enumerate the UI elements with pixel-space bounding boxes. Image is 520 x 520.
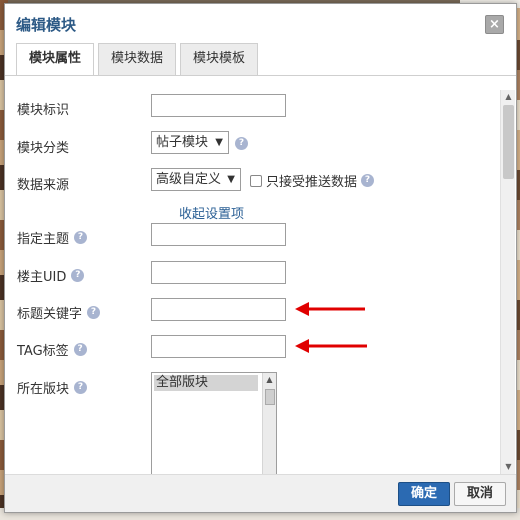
close-button[interactable]: × (485, 15, 504, 34)
module-id-input[interactable] (151, 94, 286, 117)
form-content: 模块标识 模块分类 帖子模块 ▼ ? 数据来源 高级自定义 ▼ 只接受推送数据 … (5, 76, 501, 476)
scroll-up-icon[interactable]: ▲ (501, 90, 516, 104)
dropdown-arrow-icon: ▼ (227, 174, 235, 185)
forum-listbox-scrollbar[interactable]: ▲ (262, 373, 276, 476)
forum-listbox[interactable]: 全部版块 ▲ (151, 372, 277, 476)
category-select-value: 帖子模块 (156, 135, 209, 150)
row-forum: 所在版块? 全部版块 ▲ (5, 372, 501, 476)
dialog-scroll-thumb[interactable] (503, 105, 514, 179)
row-topic: 指定主题? (5, 222, 501, 250)
author-uid-label: 楼主UID? (17, 266, 85, 285)
help-icon[interactable]: ? (74, 381, 88, 394)
module-id-label-text: 模块标识 (17, 103, 70, 118)
scroll-down-icon[interactable]: ▼ (501, 460, 516, 474)
push-only-option[interactable]: 只接受推送数据 ? (250, 171, 375, 190)
push-only-label: 只接受推送数据 (266, 175, 358, 190)
push-only-checkbox[interactable] (250, 174, 262, 187)
module-id-label: 模块标识 (17, 99, 69, 118)
author-uid-label-text: 楼主UID (17, 270, 67, 285)
topic-input[interactable] (151, 223, 286, 246)
annotation-arrow-icon (295, 302, 365, 316)
forum-option[interactable]: 全部版块 (154, 375, 258, 391)
tag-label-text: TAG标签 (17, 344, 69, 359)
title-keyword-label-text: 标题关键字 (17, 307, 83, 322)
category-select[interactable]: 帖子模块 ▼ (151, 131, 229, 154)
dialog-scrollbar[interactable]: ▲ ▼ (500, 90, 515, 474)
dialog-footer: 确定 取消 (5, 474, 516, 512)
tab-module-data[interactable]: 模块数据 (98, 43, 177, 75)
help-icon[interactable]: ? (74, 231, 88, 244)
dropdown-arrow-icon: ▼ (215, 137, 223, 148)
row-tag: TAG标签? (5, 334, 501, 362)
row-collapse-link: 收起设置项 (5, 195, 501, 223)
source-select[interactable]: 高级自定义 ▼ (151, 168, 241, 191)
help-icon[interactable]: ? (71, 269, 85, 282)
title-keyword-input[interactable] (151, 298, 286, 321)
help-icon[interactable]: ? (361, 174, 375, 187)
tag-label: TAG标签? (17, 340, 87, 359)
forum-label-text: 所在版块 (17, 382, 70, 397)
annotation-arrow-icon (295, 339, 367, 353)
help-icon[interactable]: ? (87, 306, 101, 319)
scroll-up-icon[interactable]: ▲ (263, 373, 276, 387)
source-label-text: 数据来源 (17, 178, 70, 193)
row-data-source: 数据来源 高级自定义 ▼ 只接受推送数据 ? (5, 168, 501, 196)
category-label-text: 模块分类 (17, 141, 70, 156)
tab-module-properties[interactable]: 模块属性 (16, 43, 95, 76)
topic-label-text: 指定主题 (17, 232, 70, 247)
source-select-value: 高级自定义 (156, 172, 222, 187)
cancel-button[interactable]: 取消 (453, 482, 506, 506)
forum-listbox-scroll-thumb[interactable] (265, 389, 275, 405)
tab-module-template[interactable]: 模块模板 (180, 43, 259, 75)
topic-label: 指定主题? (17, 228, 88, 247)
collapse-settings-link[interactable]: 收起设置项 (179, 203, 244, 222)
title-keyword-label: 标题关键字? (17, 303, 101, 322)
edit-module-dialog: 编辑模块 × 模块属性 模块数据 模块模板 模块标识 模块分类 帖子模块 ▼ ?… (4, 3, 517, 513)
dialog-titlebar: 编辑模块 × (5, 4, 516, 42)
row-category: 模块分类 帖子模块 ▼ ? (5, 131, 501, 159)
row-title-keyword: 标题关键字? (5, 297, 501, 325)
dialog-title: 编辑模块 (16, 16, 77, 34)
help-icon[interactable]: ? (235, 137, 248, 150)
row-module-id: 模块标识 (5, 93, 501, 121)
tab-bar: 模块属性 模块数据 模块模板 (16, 43, 259, 76)
confirm-button[interactable]: 确定 (397, 482, 450, 506)
tag-input[interactable] (151, 335, 286, 358)
author-uid-input[interactable] (151, 261, 286, 284)
source-label: 数据来源 (17, 174, 69, 193)
help-icon[interactable]: ? (73, 343, 87, 356)
row-author-uid: 楼主UID? (5, 260, 501, 288)
category-label: 模块分类 (17, 137, 69, 156)
forum-label: 所在版块? (17, 378, 88, 397)
close-icon[interactable]: × (489, 17, 500, 32)
